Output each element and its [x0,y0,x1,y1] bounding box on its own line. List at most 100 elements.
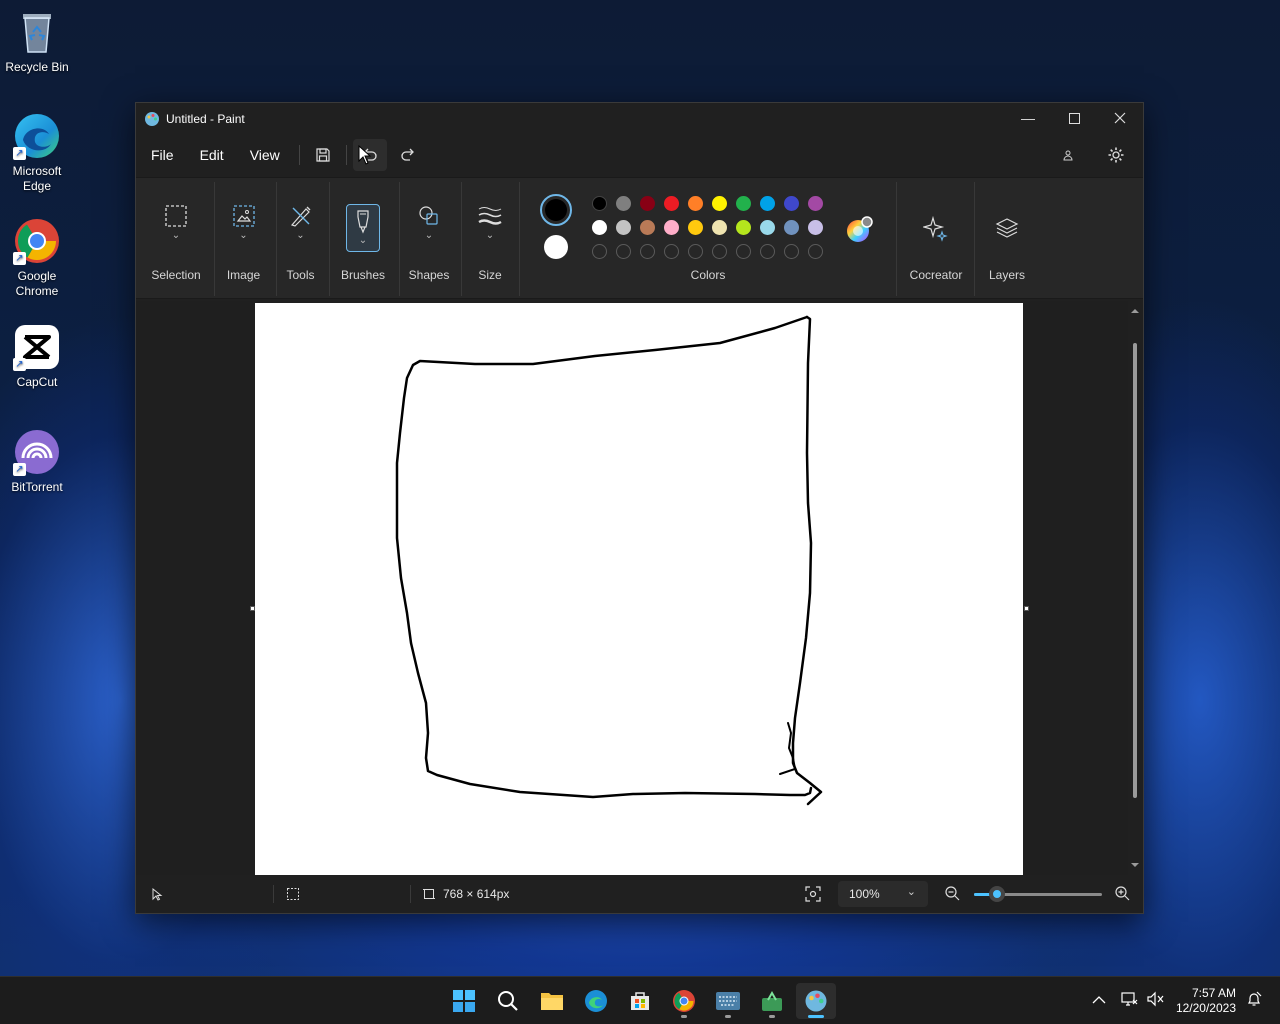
tools-button[interactable]: ⌄ [284,204,318,252]
empty-color-swatch[interactable] [688,244,703,259]
running-indicator [808,1015,824,1018]
desktop-icon-bittorrent[interactable]: ↗ BitTorrent [2,428,72,495]
color-swatch[interactable] [664,196,679,211]
volume-button[interactable] [1146,991,1164,1012]
desktop-icon-edge[interactable]: ↗ Microsoft Edge [2,112,72,194]
notifications-button[interactable] [1246,991,1262,1012]
size-button[interactable]: ⌄ [473,204,507,252]
show-hidden-icons-button[interactable] [1092,992,1106,1010]
start-button[interactable] [444,983,484,1019]
color-swatch[interactable] [808,196,823,211]
color-swatch[interactable] [712,196,727,211]
account-button[interactable] [1051,139,1085,171]
bittorrent-icon: ↗ [13,428,61,476]
drawing-canvas[interactable] [255,303,1023,875]
empty-color-swatch[interactable] [640,244,655,259]
menu-edit[interactable]: Edit [187,138,237,172]
color-swatch[interactable] [784,220,799,235]
brush-icon [357,210,369,234]
redo-button[interactable] [391,139,425,171]
menu-file[interactable]: File [138,138,187,172]
layers-button[interactable] [990,216,1024,264]
brushes-button[interactable]: ⌄ [346,204,380,252]
clock-date: 12/20/2023 [1175,1001,1236,1015]
scroll-down-icon[interactable] [1129,859,1141,871]
taskbar-search-button[interactable] [488,983,528,1019]
color-swatch[interactable] [616,196,631,211]
desktop-icon-recycle-bin[interactable]: Recycle Bin [2,8,72,75]
network-button[interactable] [1120,991,1138,1012]
maximize-icon [1068,112,1080,124]
empty-color-swatch[interactable] [760,244,775,259]
primary-color[interactable] [540,194,572,226]
color-swatch[interactable] [688,220,703,235]
zoom-out-button[interactable] [944,885,960,904]
color-swatch[interactable] [760,220,775,235]
cocreator-button[interactable] [919,216,953,264]
secondary-color[interactable] [544,235,568,259]
image-button[interactable]: ⌄ [227,204,261,252]
color-swatch[interactable] [640,196,655,211]
chevron-down-icon: ⌄ [296,230,305,241]
empty-color-swatch[interactable] [616,244,631,259]
shapes-button[interactable]: ⌄ [412,204,446,252]
layers-group: Layers [976,178,1038,300]
zoom-in-button[interactable] [1114,885,1130,904]
desktop-icon-chrome[interactable]: ↗ Google Chrome [2,217,72,299]
fit-screen-icon [805,886,821,902]
save-button[interactable] [306,139,340,171]
title-bar[interactable]: Untitled - Paint — [136,103,1143,135]
empty-color-swatch[interactable] [712,244,727,259]
fit-to-window-button[interactable] [804,885,822,903]
color-swatch[interactable] [640,220,655,235]
close-button[interactable] [1097,103,1143,133]
tools-label: Tools [286,268,315,282]
taskbar-store[interactable] [620,983,660,1019]
color-swatch[interactable] [736,220,751,235]
zoom-in-icon [1115,886,1130,901]
color-swatch[interactable] [664,220,679,235]
color-swatch[interactable] [616,220,631,235]
taskbar-chrome[interactable] [664,983,704,1019]
mouse-cursor-icon [358,145,372,165]
color-swatch[interactable] [688,196,703,211]
color-swatch[interactable] [712,220,727,235]
desktop-icon-capcut[interactable]: ↗ CapCut [2,323,72,390]
empty-color-swatch[interactable] [784,244,799,259]
brushes-label: Brushes [340,268,386,282]
empty-color-swatch[interactable] [664,244,679,259]
edit-colors-button[interactable] [845,216,873,244]
color-swatch[interactable] [784,196,799,211]
resize-handle-left[interactable] [250,606,255,611]
zoom-slider-thumb[interactable] [989,886,1006,902]
taskbar-keyboard-app[interactable] [708,983,748,1019]
empty-color-swatch[interactable] [592,244,607,259]
color-swatch[interactable] [808,220,823,235]
taskbar-green-app[interactable] [752,983,792,1019]
scrollbar-thumb[interactable] [1133,343,1137,798]
maximize-button[interactable] [1051,103,1097,133]
empty-color-swatch[interactable] [808,244,823,259]
chevron-down-icon: ⌄ [171,230,181,241]
taskbar-edge[interactable] [576,983,616,1019]
scroll-up-icon[interactable] [1129,305,1141,317]
paint-app-icon [145,112,159,126]
menu-view[interactable]: View [237,138,293,172]
empty-color-swatch[interactable] [736,244,751,259]
minimize-button[interactable]: — [1005,103,1051,133]
search-icon [498,991,518,1011]
clock[interactable]: 7:57 AM 12/20/2023 [1176,986,1236,1016]
taskbar-paint[interactable] [796,983,836,1019]
taskbar-file-explorer[interactable] [532,983,572,1019]
settings-button[interactable] [1099,139,1133,171]
color-swatch[interactable] [760,196,775,211]
zoom-slider[interactable] [974,886,1102,902]
color-swatch[interactable] [736,196,751,211]
resize-handle-right[interactable] [1024,606,1029,611]
zoom-dropdown[interactable]: 100% ⌄ [838,881,928,907]
selection-button[interactable]: ⌄ [159,204,193,252]
color-swatch[interactable] [592,196,607,211]
vertical-scrollbar[interactable] [1129,303,1141,873]
keyboard-app-icon [716,992,740,1010]
color-swatch[interactable] [592,220,607,235]
